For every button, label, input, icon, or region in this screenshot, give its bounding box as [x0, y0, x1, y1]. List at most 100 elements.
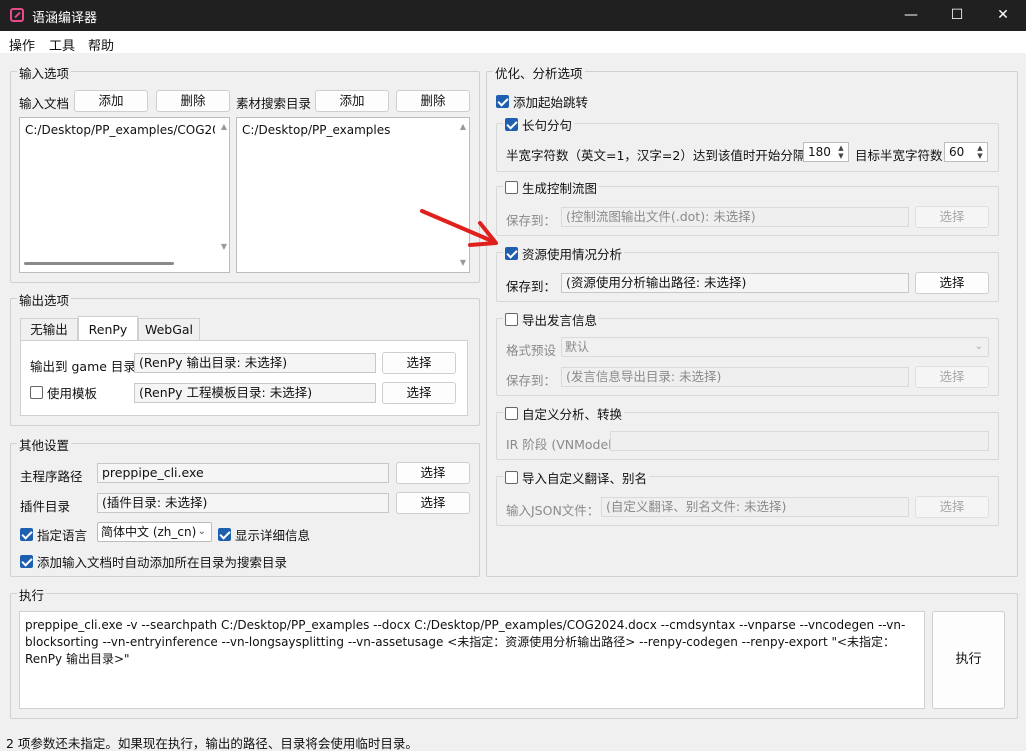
specify-lang-checkbox[interactable]	[20, 528, 33, 541]
maximize-button[interactable]: ☐	[934, 0, 980, 31]
horizontal-scrollbar[interactable]	[24, 262, 174, 265]
control-flow-checkbox[interactable]	[505, 181, 518, 194]
specify-lang-label: 指定语言	[37, 528, 88, 543]
custom-analysis-label: 自定义分析、转换	[522, 407, 623, 422]
language-select[interactable]: 简体中文 (zh_cn) ⌄	[97, 522, 212, 542]
target-half-width-label: 目标半宽字符数	[855, 148, 943, 163]
format-preset-label: 格式预设	[506, 343, 557, 358]
auto-add-dir-label: 添加输入文档时自动添加所在目录为搜索目录	[37, 555, 288, 570]
verbose-toggle[interactable]: 显示详细信息	[218, 525, 310, 544]
custom-analysis-title[interactable]: 自定义分析、转换	[503, 404, 625, 423]
import-translation-label: 导入自定义翻译、别名	[522, 471, 648, 486]
menu-tools[interactable]: 工具	[49, 35, 75, 54]
choose-control-flow-button[interactable]: 选择	[915, 206, 989, 228]
use-template-label: 使用模板	[47, 386, 98, 401]
input-docs-label: 输入文档	[19, 96, 70, 111]
stepper-arrows-icon[interactable]: ▲ ▼	[835, 144, 847, 160]
custom-analysis-checkbox[interactable]	[505, 407, 518, 420]
asset-usage-checkbox[interactable]	[505, 247, 518, 260]
speech-output-field[interactable]: (发言信息导出目录: 未选择)	[561, 367, 909, 387]
close-button[interactable]: ✕	[980, 0, 1026, 31]
run-button[interactable]: 执行	[932, 611, 1005, 709]
template-dir-field[interactable]: (RenPy 工程模板目录: 未选择)	[134, 383, 376, 403]
remove-asset-dir-button[interactable]: 删除	[396, 90, 470, 112]
scroll-down-icon[interactable]: ▼	[221, 242, 227, 251]
asset-usage-output-field[interactable]: (资源使用分析输出路径: 未选择)	[561, 273, 909, 293]
tab-webgal[interactable]: WebGal	[138, 318, 200, 341]
menu-bar: 操作 工具 帮助	[0, 31, 1026, 54]
auto-add-dir-checkbox[interactable]	[20, 555, 33, 568]
scroll-down-icon[interactable]: ▼	[460, 258, 466, 267]
command-preview[interactable]: preppipe_cli.exe -v --searchpath C:/Desk…	[19, 611, 925, 709]
long-sentence-title[interactable]: 长句分句	[503, 115, 575, 134]
game-dir-field[interactable]: (RenPy 输出目录: 未选择)	[134, 353, 376, 373]
target-half-width-stepper[interactable]: 60 ▲ ▼	[944, 142, 988, 162]
main-program-field[interactable]: preppipe_cli.exe	[97, 463, 389, 483]
menu-operate[interactable]: 操作	[9, 35, 35, 54]
input-json-label: 输入JSON文件：	[506, 503, 600, 518]
tab-no-output[interactable]: 无输出	[20, 318, 78, 341]
choose-translation-button[interactable]: 选择	[915, 496, 989, 518]
chevron-down-icon: ⌄	[974, 341, 983, 352]
choose-asset-usage-button[interactable]: 选择	[915, 272, 989, 294]
game-dir-label: 输出到 game 目录	[30, 359, 136, 374]
minimize-button[interactable]: —	[888, 0, 934, 31]
red-arrow-annotation	[420, 209, 498, 247]
asset-usage-title[interactable]: 资源使用情况分析	[503, 244, 625, 263]
choose-template-button[interactable]: 选择	[382, 382, 456, 404]
use-template-toggle[interactable]: 使用模板	[30, 383, 97, 402]
choose-main-program-button[interactable]: 选择	[396, 462, 470, 484]
control-flow-title[interactable]: 生成控制流图	[503, 178, 600, 197]
speech-save-label: 保存到：	[506, 373, 557, 388]
plugin-dir-label: 插件目录	[20, 499, 71, 514]
main-program-label: 主程序路径	[20, 469, 83, 484]
use-template-checkbox[interactable]	[30, 386, 43, 399]
add-start-jump-toggle[interactable]: 添加起始跳转	[496, 92, 588, 111]
auto-add-dir-toggle[interactable]: 添加输入文档时自动添加所在目录为搜索目录	[20, 552, 287, 571]
other-settings-title: 其他设置	[17, 435, 72, 454]
asset-search-label: 素材搜索目录	[236, 96, 312, 111]
control-flow-save-label: 保存到：	[506, 213, 557, 228]
scroll-up-icon[interactable]: ▲	[221, 122, 227, 131]
output-options-title: 输出选项	[17, 290, 72, 309]
tab-renpy[interactable]: RenPy	[78, 316, 138, 341]
import-translation-title[interactable]: 导入自定义翻译、别名	[503, 468, 650, 487]
input-options-title: 输入选项	[17, 63, 72, 82]
format-preset-value: 默认	[565, 340, 590, 354]
export-speech-title[interactable]: 导出发言信息	[503, 310, 600, 329]
specify-lang-toggle[interactable]: 指定语言	[20, 525, 87, 544]
add-start-jump-checkbox[interactable]	[496, 95, 509, 108]
input-docs-list[interactable]: C:/Desktop/PP_examples/COG2024.docx ▲ ▼	[19, 117, 230, 273]
long-sentence-label: 长句分句	[522, 118, 573, 133]
import-translation-checkbox[interactable]	[505, 471, 518, 484]
choose-speech-button[interactable]: 选择	[915, 366, 989, 388]
export-speech-label: 导出发言信息	[522, 313, 598, 328]
optimize-options-title: 优化、分析选项	[493, 63, 585, 82]
list-item[interactable]: C:/Desktop/PP_examples	[242, 123, 390, 137]
scroll-up-icon[interactable]: ▲	[460, 122, 466, 131]
remove-input-doc-button[interactable]: 删除	[156, 90, 230, 112]
choose-game-dir-button[interactable]: 选择	[382, 352, 456, 374]
target-half-width-value: 60	[949, 145, 965, 159]
choose-plugin-dir-button[interactable]: 选择	[396, 492, 470, 514]
export-speech-checkbox[interactable]	[505, 313, 518, 326]
add-input-doc-button[interactable]: 添加	[74, 90, 148, 112]
format-preset-select[interactable]: 默认 ⌄	[561, 337, 989, 357]
long-sentence-checkbox[interactable]	[505, 118, 518, 131]
chevron-down-icon: ⌄	[197, 526, 206, 537]
control-flow-output-field[interactable]: (控制流图输出文件(.dot): 未选择)	[561, 207, 909, 227]
menu-help[interactable]: 帮助	[88, 35, 114, 54]
half-width-stepper[interactable]: 180 ▲ ▼	[803, 142, 849, 162]
verbose-label: 显示详细信息	[235, 528, 311, 543]
control-flow-label: 生成控制流图	[522, 181, 598, 196]
asset-usage-label: 资源使用情况分析	[522, 247, 623, 262]
plugin-dir-field[interactable]: (插件目录: 未选择)	[97, 493, 389, 513]
status-bar: 2 项参数还未指定。如果现在执行，输出的路径、目录将会使用临时目录。	[6, 736, 418, 751]
list-item[interactable]: C:/Desktop/PP_examples/COG2024.docx	[25, 123, 215, 137]
translation-file-field[interactable]: (自定义翻译、别名文件: 未选择)	[601, 497, 909, 517]
stepper-arrows-icon[interactable]: ▲ ▼	[974, 144, 986, 160]
ir-stage-field[interactable]	[610, 431, 989, 451]
verbose-checkbox[interactable]	[218, 528, 231, 541]
ir-stage-label: IR 阶段 (VNModel)	[506, 437, 617, 452]
add-asset-dir-button[interactable]: 添加	[315, 90, 389, 112]
